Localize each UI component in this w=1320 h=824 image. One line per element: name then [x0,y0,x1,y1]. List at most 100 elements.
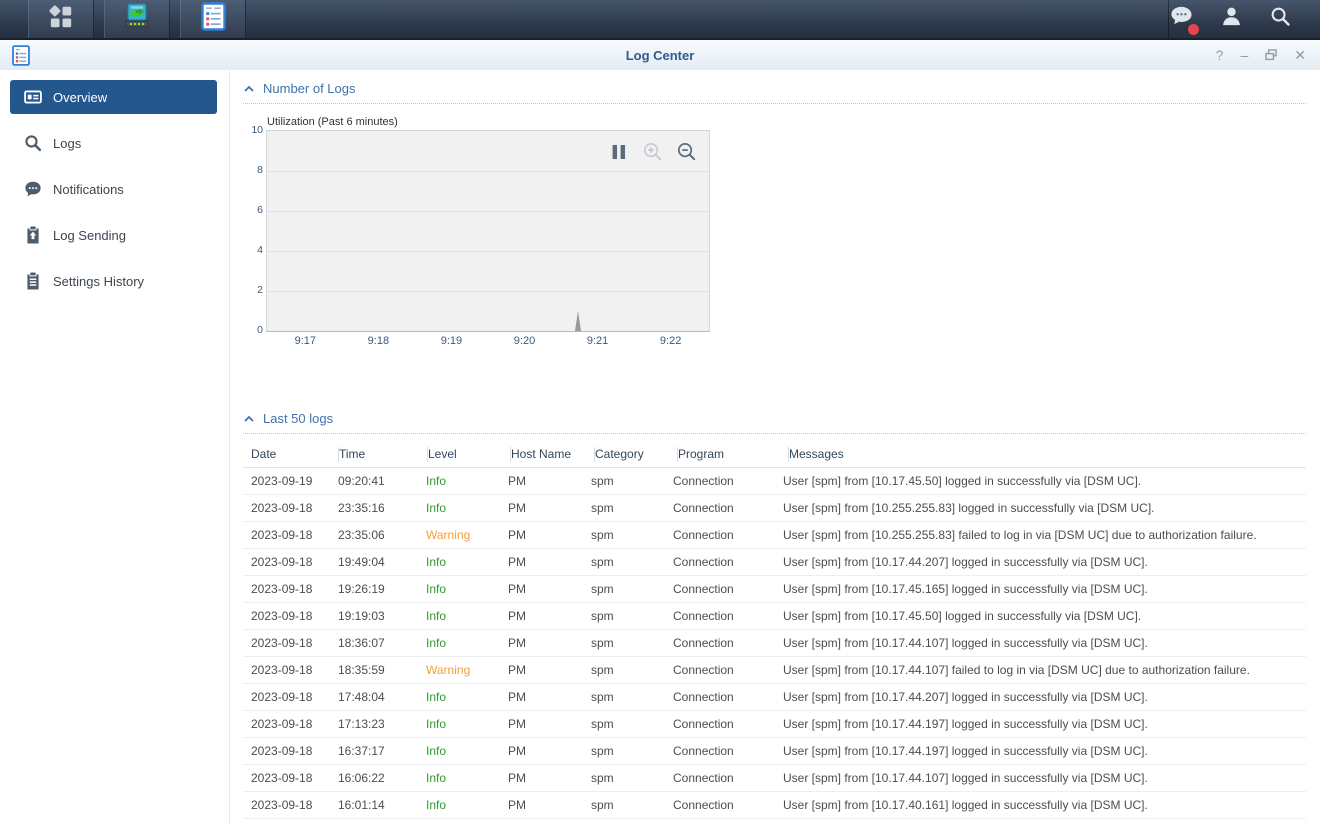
server-manager-button[interactable] [104,0,170,38]
x-tick-label: 9:20 [514,335,535,347]
log-date: 2023-09-18 [251,744,338,758]
y-tick-label: 2 [257,284,263,296]
restore-button[interactable] [1265,49,1277,61]
log-program: Connection [673,798,783,812]
sidebar-item-logs[interactable]: Logs [10,126,217,160]
y-tick-label: 6 [257,204,263,216]
main-content: Number of Logs Utilization (Past 6 minut… [230,70,1320,824]
log-date: 2023-09-18 [251,636,338,650]
user-tray-button[interactable] [1220,5,1243,33]
main-menu-button[interactable] [28,0,94,38]
minimize-button[interactable]: – [1240,48,1248,62]
sidebar-item-overview[interactable]: Overview [10,80,217,114]
log-category: spm [591,609,673,623]
table-row[interactable]: 2023-09-1818:36:07InfoPMspmConnectionUse… [243,630,1306,657]
log-program: Connection [673,690,783,704]
window-titlebar[interactable]: Log Center ? – ✕ [0,40,1320,70]
log-level: Info [426,717,508,731]
sidebar-item-settings-history[interactable]: Settings History [10,264,217,298]
table-row[interactable]: 2023-09-1823:35:16InfoPMspmConnectionUse… [243,495,1306,522]
help-button[interactable]: ? [1216,48,1224,62]
log-date: 2023-09-18 [251,663,338,677]
table-row[interactable]: 2023-09-1823:35:06WarningPMspmConnection… [243,522,1306,549]
table-row[interactable]: 2023-09-1819:19:03InfoPMspmConnectionUse… [243,603,1306,630]
sidebar-item-label: Notifications [53,182,124,197]
log-message: User [spm] from [10.17.44.107] logged in… [783,771,1306,785]
log-category: spm [591,555,673,569]
log-time: 18:36:07 [338,636,426,650]
log-host: PM [508,636,591,650]
log-level: Info [426,609,508,623]
collapse-chevron-icon[interactable] [244,415,254,423]
log-message: User [spm] from [10.255.255.83] failed t… [783,528,1306,542]
log-message: User [spm] from [10.17.44.197] logged in… [783,717,1306,731]
log-host: PM [508,663,591,677]
table-row[interactable]: 2023-09-1816:01:14InfoPMspmConnectionUse… [243,792,1306,819]
log-time: 18:35:59 [338,663,426,677]
log-date: 2023-09-18 [251,717,338,731]
search-tray-button[interactable] [1269,5,1292,33]
sidebar-item-notifications[interactable]: Notifications [10,172,217,206]
table-row[interactable]: 2023-09-1817:13:23InfoPMspmConnectionUse… [243,711,1306,738]
search-icon [24,134,42,152]
section-number-of-logs: Number of Logs [243,76,1306,104]
sidebar-item-label: Log Sending [53,228,126,243]
logs-table: DateTimeLevelHost NameCategoryProgramMes… [243,442,1306,819]
table-row[interactable]: 2023-09-1816:06:22InfoPMspmConnectionUse… [243,765,1306,792]
log-center-taskbar-button[interactable] [180,0,246,38]
log-center-window: Log Center ? – ✕ Overview Logs Notificatio… [0,40,1320,824]
column-header-category[interactable]: Category [595,447,678,462]
log-host: PM [508,798,591,812]
log-level: Warning [426,663,508,677]
log-message: User [spm] from [10.17.44.207] logged in… [783,555,1306,569]
table-row[interactable]: 2023-09-1818:35:59WarningPMspmConnection… [243,657,1306,684]
chart-plot-area[interactable] [266,130,710,332]
log-host: PM [508,582,591,596]
pause-button[interactable] [609,142,629,162]
log-date: 2023-09-18 [251,609,338,623]
gridline [267,251,709,252]
table-row[interactable]: 2023-09-1819:26:19InfoPMspmConnectionUse… [243,576,1306,603]
taskbar [0,0,1320,40]
log-level: Info [426,636,508,650]
log-level: Info [426,474,508,488]
user-icon [1220,5,1243,33]
log-program: Connection [673,717,783,731]
logs-table-header: DateTimeLevelHost NameCategoryProgramMes… [243,442,1306,468]
search-icon [1269,5,1292,33]
table-row[interactable]: 2023-09-1817:48:04InfoPMspmConnectionUse… [243,684,1306,711]
log-time: 19:26:19 [338,582,426,596]
log-host: PM [508,501,591,515]
column-header-date[interactable]: Date [251,447,339,462]
chart-y-axis: 0246810 [243,130,266,330]
zoom-out-button[interactable] [676,141,697,162]
column-header-host-name[interactable]: Host Name [511,447,595,462]
table-row[interactable]: 2023-09-1816:37:17InfoPMspmConnectionUse… [243,738,1306,765]
column-header-time[interactable]: Time [339,447,428,462]
column-header-program[interactable]: Program [678,447,789,462]
log-message: User [spm] from [10.255.255.83] logged i… [783,501,1306,515]
log-category: spm [591,663,673,677]
log-time: 16:37:17 [338,744,426,758]
log-message: User [spm] from [10.17.44.107] failed to… [783,663,1306,677]
sidebar-item-label: Logs [53,136,81,151]
log-date: 2023-09-18 [251,528,338,542]
chart-spike [575,311,581,331]
log-host: PM [508,744,591,758]
x-tick-label: 9:21 [587,335,608,347]
log-date: 2023-09-18 [251,798,338,812]
table-row[interactable]: 2023-09-1819:49:04InfoPMspmConnectionUse… [243,549,1306,576]
log-date: 2023-09-18 [251,555,338,569]
log-category: spm [591,636,673,650]
collapse-chevron-icon[interactable] [244,85,254,93]
log-level: Info [426,744,508,758]
y-tick-label: 10 [251,124,263,136]
x-tick-label: 9:22 [660,335,681,347]
notifications-tray-button[interactable] [1169,5,1194,33]
close-button[interactable]: ✕ [1294,48,1306,62]
table-row[interactable]: 2023-09-1909:20:41InfoPMspmConnectionUse… [243,468,1306,495]
sidebar-item-log-sending[interactable]: Log Sending [10,218,217,252]
column-header-level[interactable]: Level [428,447,511,462]
column-header-messages[interactable]: Messages [789,447,1306,462]
log-program: Connection [673,555,783,569]
